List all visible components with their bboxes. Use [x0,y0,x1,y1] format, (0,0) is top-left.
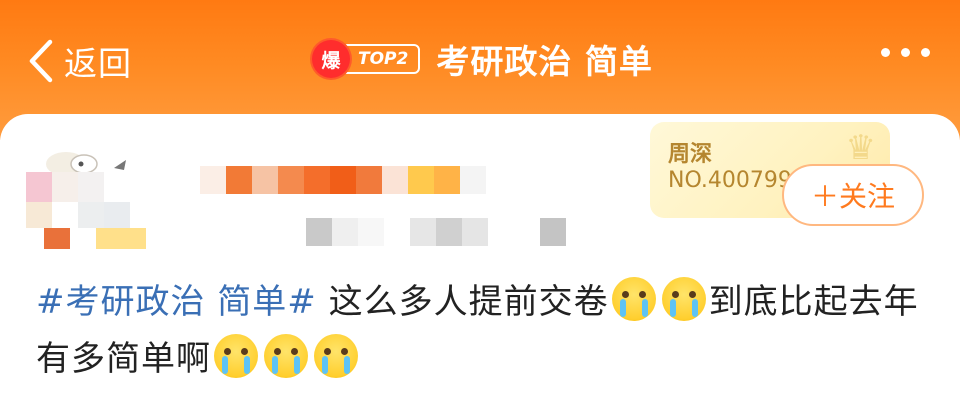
mosaic-cell [514,218,540,246]
mosaic-cell [384,218,410,246]
crying-face-icon [314,334,358,378]
avatar-mosaic [26,172,52,202]
mosaic-cell [330,166,356,194]
mosaic-cell [462,218,488,246]
avatar[interactable] [26,134,146,249]
crying-face-icon [611,277,656,321]
crying-face-icon [214,334,258,378]
username-mosaic[interactable] [200,166,486,194]
avatar-mosaic [104,202,130,228]
mosaic-cell [252,166,278,194]
dot [901,48,910,57]
mosaic-cell [434,166,460,194]
mosaic-cell [358,218,384,246]
crown-icon: ♛ [845,128,876,168]
mosaic-cell [410,218,436,246]
mosaic-cell [460,166,486,194]
topic-title: 爆 TOP2 考研政治 简单 [312,34,653,84]
follow-button[interactable]: ＋关注 [782,164,924,226]
hot-badge-icon: 爆 [312,40,350,78]
mosaic-cell [408,166,434,194]
avatar-mosaic [26,202,52,228]
rank-tag: TOP2 [338,44,421,74]
page-title: 考研政治 简单 [436,42,653,81]
dot [881,48,890,57]
mosaic-cell [356,166,382,194]
avatar-mosaic [96,228,146,249]
crying-face-icon [264,334,308,378]
chevron-left-icon [29,39,53,83]
mosaic-cell [332,218,358,246]
more-dots-icon[interactable] [881,48,930,57]
post-meta-mosaic [306,218,566,246]
topic-link[interactable]: #考研政治 简单# [36,282,317,322]
post-text-segment: 这么多人提前交卷 [316,282,609,322]
avatar-mosaic [44,228,70,249]
mosaic-cell [488,218,514,246]
post-card: ♛ 周深 NO.400799 ＋关注 #考研政治 简单# 这么多人提前交卷 到底比… [0,114,960,406]
mosaic-cell [306,218,332,246]
mosaic-cell [382,166,408,194]
mosaic-cell [436,218,462,246]
medal-number: NO.400799 [668,168,792,193]
back-button[interactable]: 返回 [26,36,132,86]
mosaic-cell [304,166,330,194]
mosaic-cell [200,166,226,194]
dot [921,48,930,57]
mosaic-cell [278,166,304,194]
post-text: #考研政治 简单# 这么多人提前交卷 到底比起去年有多简单啊 [36,274,936,388]
avatar-mosaic [78,172,104,202]
mosaic-cell [226,166,252,194]
crying-face-icon [661,277,706,321]
medal-name: 周深 [668,142,713,167]
avatar-mosaic [78,202,104,228]
back-label: 返回 [64,44,132,83]
avatar-mosaic [52,172,78,202]
mosaic-cell [540,218,566,246]
